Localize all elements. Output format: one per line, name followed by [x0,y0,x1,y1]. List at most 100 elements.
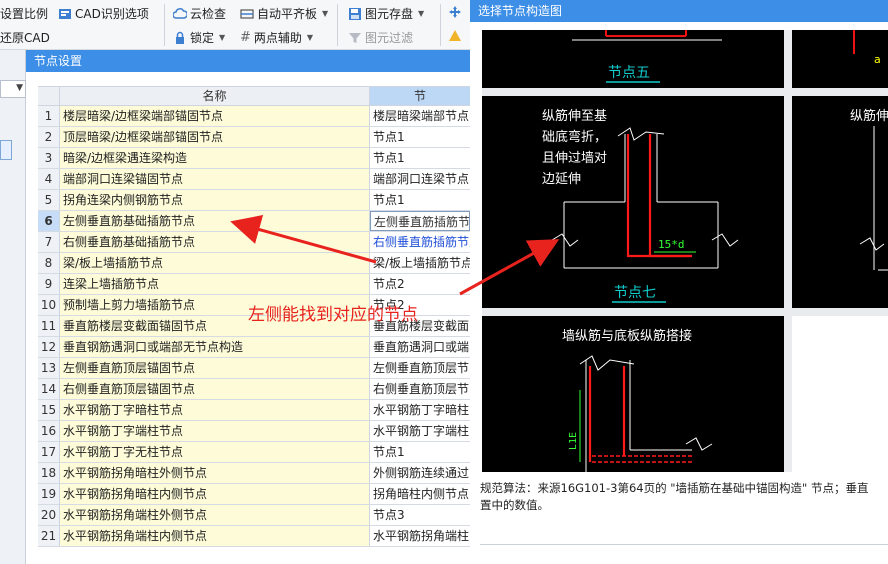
row-value-cell[interactable]: 拐角暗柱内侧节点 [370,484,470,504]
table-row[interactable]: 20 水平钢筋拐角端柱外侧节点 节点3 [38,505,470,526]
set-ratio-button[interactable]: 设置比例 [0,5,48,22]
row-name-cell[interactable]: 水平钢筋丁字端柱节点 [60,421,370,441]
two-point-aux-button[interactable]: # 两点辅助 ▼ [240,29,313,46]
row-name-cell[interactable]: 拐角连梁内侧钢筋节点 [60,190,370,210]
row-number: 14 [38,379,60,399]
row-number: 3 [38,148,60,168]
row-value-cell[interactable]: 水平钢筋丁字端柱 [370,421,470,441]
row-name-cell[interactable]: 水平钢筋拐角端柱内侧节点 [60,526,370,546]
table-row[interactable]: 1 楼层暗梁/边框梁端部锚固节点 楼层暗梁端部节点 [38,106,470,127]
set-ratio-label: 设置比例 [0,7,49,21]
row-value-cell[interactable]: 左侧垂直筋插筋节点 [370,211,470,231]
row-name-cell[interactable]: 端部洞口连梁锚固节点 [60,169,370,189]
column-header-value[interactable]: 节 [370,87,470,105]
column-header-name[interactable]: 名称 [60,87,370,105]
thumbnail-canvas: 节点五 a 纵筋伸至基 础底弯折， 且伸过墙对 边延伸 15*d 节点七 纵筋伸… [482,30,888,472]
picker-title-bar: 选择节点构造图 [470,0,888,22]
row-number: 6 [38,211,60,231]
row-value-cell[interactable]: 水平钢筋拐角端柱 [370,526,470,546]
row-name-cell[interactable]: 梁/板上墙插筋节点 [60,253,370,273]
save-element-label: 图元存盘 [365,7,414,21]
row-value-cell[interactable]: 垂直筋遇洞口或端 [370,337,470,357]
restore-cad-button[interactable]: 还原CAD [0,29,50,46]
move-tool-button[interactable] [448,5,462,19]
table-row[interactable]: 12 垂直钢筋遇洞口或端部无节点构造 垂直筋遇洞口或端 [38,337,470,358]
description-line-1: 规范算法：来源16G101-3第64页的 "墙插筋在基础中锚固构造" 节点；垂直 [480,481,869,495]
ribbon-toolbar: 设置比例 CAD识别选项 还原CAD 云检查 锁定 ▼ 自动平齐板 ▼ # 两点辅助… [0,0,470,50]
thumb-node-5[interactable]: 节点五 [482,30,784,88]
thumb-node-7[interactable]: 纵筋伸至基 础底弯折， 且伸过墙对 边延伸 15*d 节点七 [482,96,784,308]
row-number: 11 [38,316,60,336]
warning-tool-button[interactable] [448,29,462,43]
row-name-cell[interactable]: 顶层暗梁/边框梁端部锚固节点 [60,127,370,147]
table-row[interactable]: 3 暗梁/边框梁遇连梁构造 节点1 [38,148,470,169]
table-row[interactable]: 18 水平钢筋拐角暗柱外侧节点 外侧钢筋连续通过 [38,463,470,484]
lock-button[interactable]: 锁定 ▼ [173,29,225,46]
row-value-cell[interactable]: 节点1 [370,442,470,462]
thumb-node-9[interactable]: 墙纵筋与底板纵筋搭接 L1E [482,316,784,472]
table-row[interactable]: 5 拐角连梁内侧钢筋节点 节点1 [38,190,470,211]
row-value-cell[interactable]: 外侧钢筋连续通过 [370,463,470,483]
row-name-cell[interactable]: 水平钢筋丁字无柱节点 [60,442,370,462]
row-name-cell[interactable]: 水平钢筋拐角暗柱外侧节点 [60,463,370,483]
table-row[interactable]: 15 水平钢筋丁字暗柱节点 水平钢筋丁字暗柱 [38,400,470,421]
row-value-cell[interactable]: 节点1 [370,127,470,147]
table-row[interactable]: 8 梁/板上墙插筋节点 梁/板上墙插筋节点 [38,253,470,274]
dialog-title-bar: 节点设置 [26,50,470,72]
row-number: 4 [38,169,60,189]
row-name-cell[interactable]: 连梁上墙插筋节点 [60,274,370,294]
row-name-cell[interactable]: 水平钢筋拐角暗柱内侧节点 [60,484,370,504]
table-row[interactable]: 9 连梁上墙插筋节点 节点2 [38,274,470,295]
row-value-cell[interactable]: 端部洞口连梁节点 [370,169,470,189]
row-name-cell[interactable]: 水平钢筋丁字暗柱节点 [60,400,370,420]
row-value-cell[interactable]: 右侧垂直筋插筋节点 [370,232,470,252]
chevron-down-icon: ▼ [16,83,23,93]
row-name-cell[interactable]: 左侧垂直筋顶层锚固节点 [60,358,370,378]
save-disk-icon [349,7,361,20]
auto-align-slab-button[interactable]: 自动平齐板 ▼ [240,5,328,22]
table-row[interactable]: 4 端部洞口连梁锚固节点 端部洞口连梁节点 [38,169,470,190]
row-value-cell[interactable]: 节点1 [370,190,470,210]
thumb-node-7-caption-1: 纵筋伸至基 [542,108,607,124]
select-node-image-dialog: 选择节点构造图 节点五 a 纵筋伸至基 础底弯折， 且伸过墙对 边延伸 15*d… [470,0,888,564]
thumb-node-7-label: 节点七 [614,285,656,301]
row-name-cell[interactable]: 左侧垂直筋基础插筋节点 [60,211,370,231]
ribbon-separator [337,4,338,46]
row-value-cell[interactable]: 节点2 [370,274,470,294]
row-value-cell[interactable]: 梁/板上墙插筋节点 [370,253,470,273]
thumb-top-right[interactable]: a [792,30,888,88]
table-row[interactable]: 6左侧垂直筋基础插筋节点左侧垂直筋插筋节点 [38,211,470,232]
row-name-cell[interactable]: 暗梁/边框梁遇连梁构造 [60,148,370,168]
hash-icon: # [240,30,251,45]
row-value-cell[interactable]: 水平钢筋丁字暗柱 [370,400,470,420]
row-name-cell[interactable]: 垂直钢筋遇洞口或端部无节点构造 [60,337,370,357]
row-value-cell[interactable]: 左侧垂直筋顶层节 [370,358,470,378]
element-filter-button[interactable]: 图元过滤 [348,29,413,46]
table-row[interactable]: 14 右侧垂直筋顶层锚固节点 右侧垂直筋顶层节 [38,379,470,400]
table-row[interactable]: 21 水平钢筋拐角端柱内侧节点 水平钢筋拐角端柱 [38,526,470,547]
table-row[interactable]: 17 水平钢筋丁字无柱节点 节点1 [38,442,470,463]
table-row[interactable]: 19 水平钢筋拐角暗柱内侧节点 拐角暗柱内侧节点 [38,484,470,505]
table-row[interactable]: 16 水平钢筋丁字端柱节点 水平钢筋丁字端柱 [38,421,470,442]
cloud-check-button[interactable]: 云检查 [173,5,226,22]
cad-options-icon [59,8,71,19]
host-combo-box[interactable]: ▼ [0,80,26,98]
host-toolbar-button[interactable] [0,140,12,160]
row-value-cell[interactable]: 节点1 [370,148,470,168]
row-name-cell[interactable]: 水平钢筋拐角端柱外侧节点 [60,505,370,525]
row-number: 12 [38,337,60,357]
table-row[interactable]: 13 左侧垂直筋顶层锚固节点 左侧垂直筋顶层节 [38,358,470,379]
table-row[interactable]: 7右侧垂直筋基础插筋节点右侧垂直筋插筋节点 [38,232,470,253]
thumb-empty-slot [792,316,888,472]
row-name-cell[interactable]: 右侧垂直筋基础插筋节点 [60,232,370,252]
row-value-cell[interactable]: 右侧垂直筋顶层节 [370,379,470,399]
row-value-cell[interactable]: 节点3 [370,505,470,525]
row-name-cell[interactable]: 右侧垂直筋顶层锚固节点 [60,379,370,399]
table-row[interactable]: 2 顶层暗梁/边框梁端部锚固节点 节点1 [38,127,470,148]
cad-identify-options-button[interactable]: CAD识别选项 [58,5,149,22]
row-name-cell[interactable]: 楼层暗梁/边框梁端部锚固节点 [60,106,370,126]
thumb-node-8[interactable]: 纵筋伸 [792,96,888,308]
row-value-cell[interactable]: 楼层暗梁端部节点 [370,106,470,126]
warning-icon [449,30,461,41]
save-element-button[interactable]: 图元存盘 ▼ [348,5,424,22]
